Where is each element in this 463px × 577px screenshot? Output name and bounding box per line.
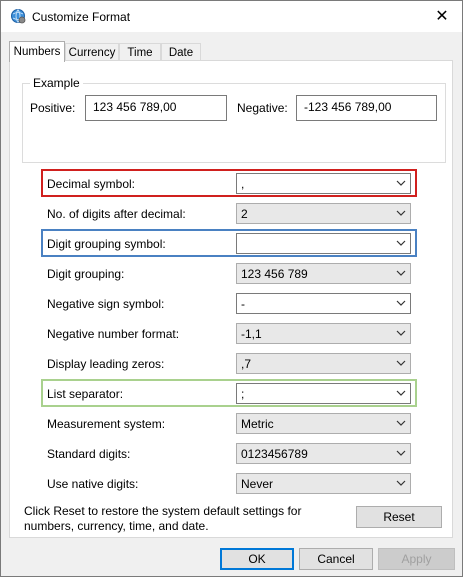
chevron-down-icon — [396, 270, 406, 276]
close-icon: ✕ — [435, 8, 449, 25]
chevron-down-icon — [396, 330, 406, 336]
digit-grouping-value: 123 456 789 — [241, 267, 308, 281]
chevron-down-icon — [396, 360, 406, 366]
list-separator-label: List separator: — [47, 387, 124, 401]
globe-settings-icon — [11, 9, 26, 24]
tab-numbers[interactable]: Numbers — [9, 41, 65, 62]
measurement-system-label: Measurement system: — [47, 417, 166, 431]
positive-label: Positive: — [30, 101, 76, 115]
chevron-down-icon — [396, 300, 406, 306]
chevron-down-icon — [396, 480, 406, 486]
apply-button: Apply — [378, 548, 455, 570]
use-native-digits-value: Never — [241, 477, 274, 491]
negative-number-format-combobox[interactable]: -1,1 — [236, 323, 411, 344]
measurement-system-combobox[interactable]: Metric — [236, 413, 411, 434]
title-bar: Customize Format ✕ — [1, 1, 462, 32]
tab-date[interactable]: Date — [161, 43, 201, 61]
digit-grouping-symbol-combobox[interactable] — [236, 233, 411, 254]
chevron-down-icon — [396, 450, 406, 456]
measurement-system-value: Metric — [241, 417, 274, 431]
tab-time[interactable]: Time — [119, 43, 161, 61]
negative-sign-symbol-value: - — [241, 297, 245, 311]
ok-button[interactable]: OK — [220, 548, 294, 570]
negative-label: Negative: — [237, 101, 288, 115]
list-separator-value: ; — [241, 387, 245, 401]
digits-after-decimal-value: 2 — [241, 207, 248, 221]
negative-sign-symbol-label: Negative sign symbol: — [47, 297, 165, 311]
customize-format-dialog: Customize Format ✕ Numbers Currency Time… — [0, 0, 463, 577]
decimal-symbol-combobox[interactable]: , — [236, 173, 411, 194]
tab-currency[interactable]: Currency — [65, 43, 119, 61]
negative-sign-symbol-combobox[interactable]: - — [236, 293, 411, 314]
chevron-down-icon — [396, 390, 406, 396]
use-native-digits-combobox[interactable]: Never — [236, 473, 411, 494]
chevron-down-icon — [396, 240, 406, 246]
digit-grouping-combobox[interactable]: 123 456 789 — [236, 263, 411, 284]
cancel-button[interactable]: Cancel — [299, 548, 373, 570]
chevron-down-icon — [396, 210, 406, 216]
chevron-down-icon — [396, 180, 406, 186]
display-leading-zeros-combobox[interactable]: ,7 — [236, 353, 411, 374]
standard-digits-label: Standard digits: — [47, 447, 131, 461]
positive-example-field: 123 456 789,00 — [85, 95, 227, 121]
example-legend: Example — [30, 76, 83, 90]
digit-grouping-label: Digit grouping: — [47, 267, 125, 281]
standard-digits-value: 0123456789 — [241, 447, 308, 461]
negative-number-format-label: Negative number format: — [47, 327, 180, 341]
window-title: Customize Format — [32, 10, 131, 24]
standard-digits-combobox[interactable]: 0123456789 — [236, 443, 411, 464]
use-native-digits-label: Use native digits: — [47, 477, 139, 491]
numbers-tab-panel: Example Positive: 123 456 789,00 Negativ… — [9, 60, 453, 538]
decimal-symbol-label: Decimal symbol: — [47, 177, 136, 191]
close-button[interactable]: ✕ — [422, 1, 462, 31]
decimal-symbol-value: , — [241, 177, 245, 191]
digits-after-decimal-label: No. of digits after decimal: — [47, 207, 186, 221]
negative-number-format-value: -1,1 — [241, 327, 262, 341]
display-leading-zeros-value: ,7 — [241, 357, 252, 371]
chevron-down-icon — [396, 420, 406, 426]
negative-example-field: -123 456 789,00 — [296, 95, 437, 121]
digits-after-decimal-combobox[interactable]: 2 — [236, 203, 411, 224]
reset-description: Click Reset to restore the system defaul… — [24, 504, 302, 533]
digit-grouping-symbol-label: Digit grouping symbol: — [47, 237, 166, 251]
list-separator-combobox[interactable]: ; — [236, 383, 411, 404]
reset-button[interactable]: Reset — [356, 506, 442, 528]
display-leading-zeros-label: Display leading zeros: — [47, 357, 165, 371]
